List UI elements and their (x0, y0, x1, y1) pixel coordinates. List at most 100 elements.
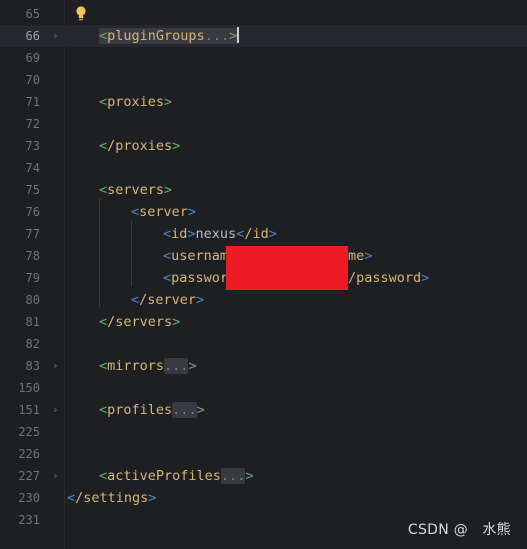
code-line[interactable]: 226 (0, 443, 527, 465)
line-number: 76 (25, 205, 40, 219)
folded-region[interactable]: ... (220, 468, 246, 484)
xml-tag: usernam (171, 248, 229, 264)
tag-bracket: > (187, 204, 197, 220)
line-number: 65 (25, 7, 40, 21)
code-line[interactable]: 65 (0, 3, 527, 25)
xml-tag: passwor (171, 270, 229, 286)
tag-bracket: > (364, 248, 373, 264)
xml-tag: server (139, 204, 188, 220)
xml-closing-tag: me (348, 248, 365, 264)
line-number: 77 (25, 227, 40, 241)
code-line[interactable]: 150 (0, 377, 527, 399)
lightbulb-icon[interactable] (74, 5, 88, 23)
tag-bracket: < (99, 402, 108, 418)
code-line[interactable]: 151 › <profiles...> (0, 399, 527, 421)
tag-bracket: > (172, 138, 181, 154)
line-number: 70 (25, 73, 40, 87)
chevron-right-icon[interactable]: › (52, 402, 59, 418)
code-line[interactable]: 81 </servers> (0, 311, 527, 333)
line-number: 225 (18, 425, 40, 439)
folded-region[interactable]: ... (204, 28, 230, 44)
line-number: 74 (25, 161, 40, 175)
xml-tag: servers (107, 182, 165, 198)
xml-closing-tag: /id (244, 226, 269, 242)
tag-bracket: > (164, 94, 173, 110)
line-number: 69 (25, 51, 40, 65)
tag-value: nexus (195, 226, 237, 242)
tag-bracket: < (163, 248, 172, 264)
code-line[interactable]: 230 </settings> (0, 487, 527, 509)
code-line[interactable]: 74 (0, 157, 527, 179)
tag-bracket: < (99, 94, 108, 110)
line-number: 79 (25, 271, 40, 285)
line-number: 230 (18, 491, 40, 505)
chevron-right-icon[interactable]: › (52, 358, 59, 374)
tag-bracket: < (99, 182, 108, 198)
code-line[interactable]: 83 › <mirrors...> (0, 355, 527, 377)
code-line[interactable]: 73 </proxies> (0, 135, 527, 157)
xml-tag: /proxies (107, 138, 173, 154)
folded-region[interactable]: ... (172, 402, 197, 418)
tag-bracket: < (99, 358, 108, 374)
code-editor[interactable]: 65 66 › <pluginGroups...> 69 70 71 <prox… (0, 0, 527, 549)
xml-closing-tag: /server (139, 292, 197, 308)
text-caret (237, 27, 240, 43)
tag-bracket: > (188, 358, 197, 374)
tag-bracket: < (99, 468, 108, 484)
code-line-current[interactable]: 66 › <pluginGroups...> (0, 25, 527, 47)
tag-bracket: < (131, 292, 140, 308)
line-number: 82 (25, 337, 40, 351)
tag-bracket: > (245, 468, 254, 484)
xml-closing-tag: /settings (75, 490, 149, 506)
tag-bracket: < (99, 28, 108, 44)
code-line[interactable]: 75 <servers> (0, 179, 527, 201)
watermark: CSDN @ 水熊 (407, 522, 511, 538)
line-number: 80 (25, 293, 40, 307)
line-number: 83 (25, 359, 40, 373)
folded-region[interactable]: ... (164, 358, 189, 374)
redaction-block (226, 246, 348, 290)
xml-tag: activeProfiles (107, 468, 221, 484)
code-line[interactable]: 82 (0, 333, 527, 355)
tag-bracket: > (172, 314, 181, 330)
line-number: 226 (18, 447, 40, 461)
tag-bracket: < (163, 226, 172, 242)
tag-bracket: > (196, 292, 205, 308)
line-number: 231 (18, 513, 40, 527)
line-number: 151 (18, 403, 40, 417)
xml-tag: proxies (107, 94, 165, 110)
tag-bracket: < (99, 314, 108, 330)
code-line[interactable]: 227 › <activeProfiles...> (0, 465, 527, 487)
tag-bracket: > (164, 182, 173, 198)
tag-bracket: < (131, 204, 140, 220)
line-number: 66 (25, 29, 40, 43)
tag-bracket: > (196, 402, 205, 418)
line-number: 72 (25, 117, 40, 131)
code-line[interactable]: 69 (0, 47, 527, 69)
tag-bracket: > (421, 270, 430, 286)
xml-tag: mirrors (107, 358, 165, 374)
tag-bracket: < (67, 490, 76, 506)
code-line[interactable]: 77 <id>nexus</id> (0, 223, 527, 245)
line-number: 73 (25, 139, 40, 153)
line-number: 150 (18, 381, 40, 395)
xml-closing-tag: /password (348, 270, 422, 286)
code-line[interactable]: 71 <proxies> (0, 91, 527, 113)
tag-bracket: < (99, 138, 108, 154)
xml-tag: id (171, 226, 188, 242)
chevron-right-icon[interactable]: › (52, 468, 59, 484)
tag-bracket: > (187, 226, 196, 242)
code-line[interactable]: 225 (0, 421, 527, 443)
code-line[interactable]: 70 (0, 69, 527, 91)
code-line[interactable]: 80 </server> (0, 289, 527, 311)
tag-bracket: > (268, 226, 277, 242)
line-number: 81 (25, 315, 40, 329)
xml-tag: profiles (107, 402, 173, 418)
line-number: 71 (25, 95, 40, 109)
code-line[interactable]: 72 (0, 113, 527, 135)
tag-bracket: > (148, 490, 157, 506)
chevron-right-icon[interactable]: › (52, 28, 59, 44)
xml-closing-tag: /servers (107, 314, 173, 330)
tag-bracket: > (229, 28, 238, 44)
code-line[interactable]: 76 <server> (0, 201, 527, 223)
